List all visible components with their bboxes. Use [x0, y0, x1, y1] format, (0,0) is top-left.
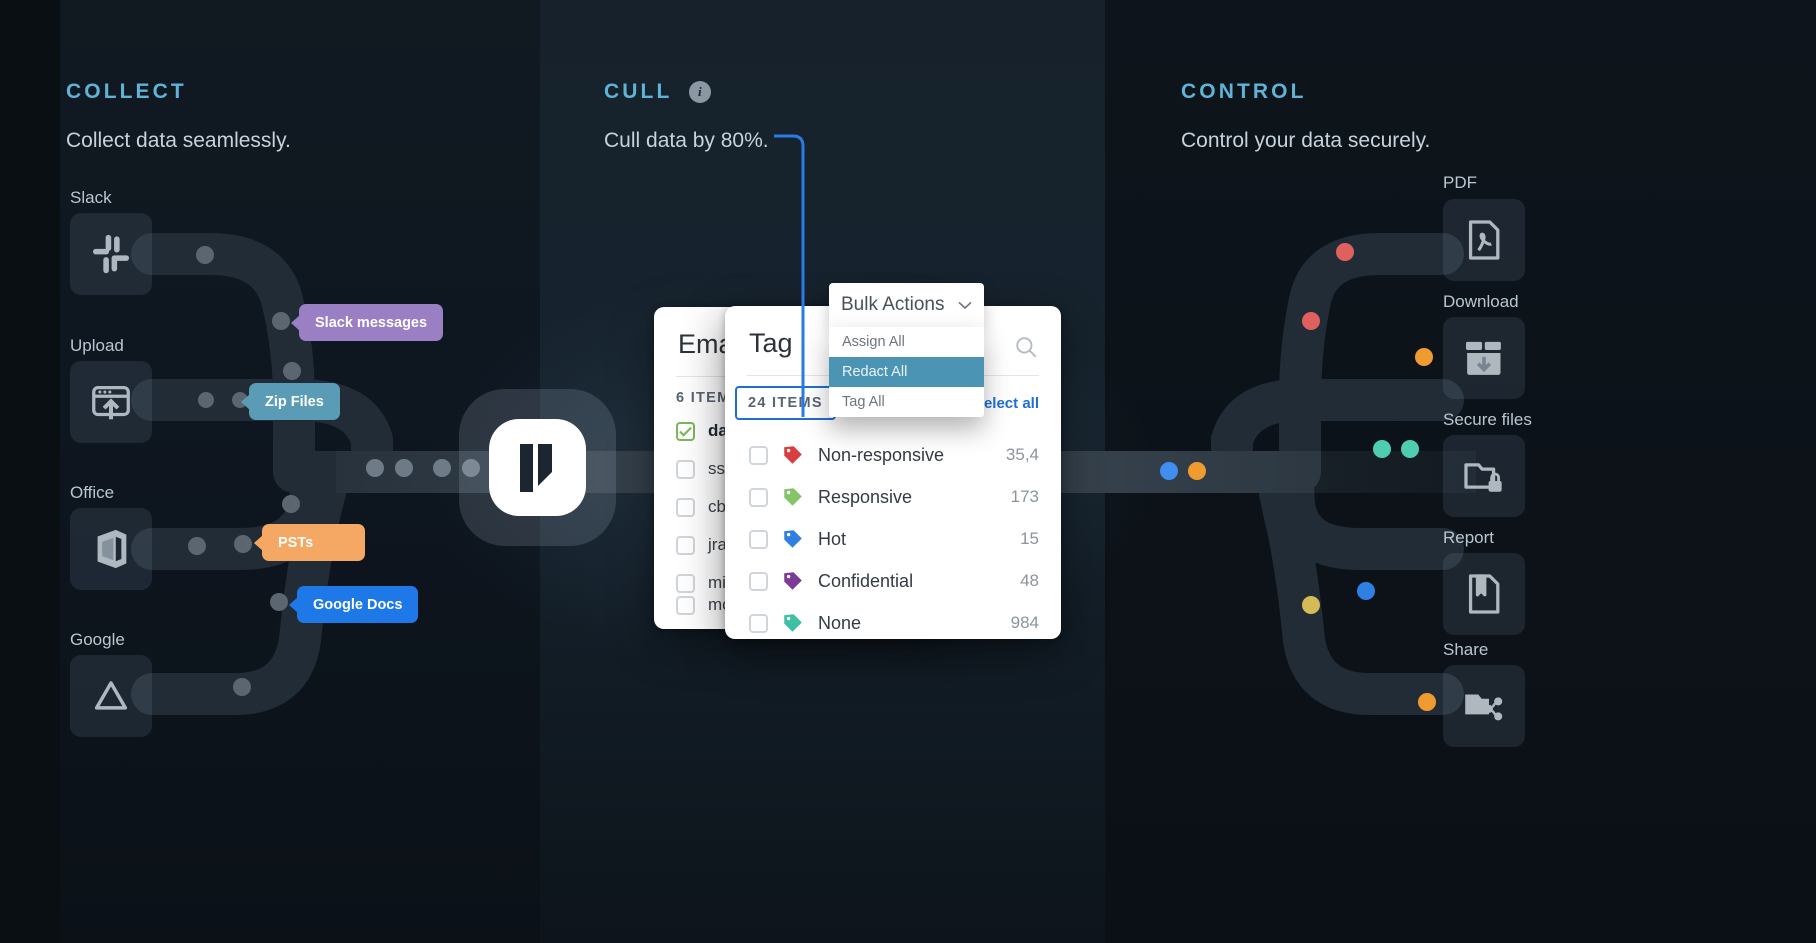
output-label-share: Share	[1443, 640, 1489, 659]
google-drive-icon	[94, 681, 128, 710]
flow-chip-label: Zip Files	[265, 393, 324, 410]
checkbox-icon[interactable]	[676, 459, 695, 479]
tag-count: 15	[1020, 529, 1039, 548]
tag-icon	[784, 446, 802, 464]
pipeline-infographic: COLLECT Collect data seamlessly. Slack U…	[0, 0, 1816, 943]
source-label-office: Office	[70, 483, 115, 502]
tag-list-item[interactable]: Non-responsive 35,4	[725, 434, 1061, 476]
tag-items-count: 24 ITEMS	[735, 386, 836, 420]
control-section-header: CONTROL Control your data securely.	[1181, 80, 1430, 153]
output-tile-pdf[interactable]	[1443, 199, 1525, 281]
flow-chip-label: Google Docs	[313, 596, 403, 613]
flow-chip-label: Slack messages	[315, 314, 428, 331]
bulk-actions-menu: Assign All Redact All Tag All	[829, 327, 984, 417]
output-label-download: Download	[1443, 292, 1519, 311]
checkbox-checked-icon[interactable]	[676, 421, 695, 441]
checkbox-icon[interactable]	[749, 529, 768, 549]
office-icon	[97, 529, 127, 569]
brand-mark-icon	[519, 443, 552, 492]
tag-name: Confidential	[818, 570, 914, 591]
flow-chip-label: PSTs	[278, 534, 314, 551]
folder-lock-icon	[1464, 463, 1502, 492]
collect-title: COLLECT	[66, 80, 187, 103]
cull-title: CULL	[604, 80, 673, 103]
tag-list-item[interactable]: Responsive 173	[725, 476, 1061, 518]
checkmark-icon	[679, 426, 692, 437]
output-tile-secure-files[interactable]	[1443, 435, 1525, 517]
download-box-icon	[1465, 341, 1501, 375]
tag-count: 35,4	[1005, 445, 1039, 464]
output-tile-download[interactable]	[1443, 317, 1525, 399]
flow-chip-psts[interactable]: PSTs	[262, 524, 365, 561]
tag-icon	[784, 488, 802, 506]
bulk-action-tag-all[interactable]: Tag All	[829, 387, 984, 417]
flow-chip-zip-files[interactable]: Zip Files	[249, 383, 340, 420]
source-label-upload: Upload	[70, 336, 124, 355]
tag-count: 984	[1010, 613, 1039, 632]
upload-icon	[92, 385, 130, 420]
tag-list-item[interactable]: Hot 15	[725, 518, 1061, 560]
output-label-report: Report	[1443, 528, 1495, 547]
bulk-action-redact-all[interactable]: Redact All	[829, 357, 984, 387]
tag-list-item[interactable]: None 984	[725, 602, 1061, 639]
left-edge-band	[0, 0, 60, 943]
output-label-secure-files: Secure files	[1443, 410, 1532, 429]
bulk-actions-label: Bulk Actions	[841, 294, 945, 315]
control-title: CONTROL	[1181, 80, 1307, 103]
brand-logo	[489, 419, 586, 516]
source-tile-google[interactable]	[70, 655, 152, 737]
output-label-pdf: PDF	[1443, 173, 1477, 192]
report-bookmark-icon	[1468, 574, 1500, 614]
tag-name: Responsive	[818, 486, 913, 507]
checkbox-icon[interactable]	[749, 487, 768, 507]
source-label-google: Google	[70, 630, 125, 649]
source-tile-upload[interactable]	[70, 361, 152, 443]
source-tile-office[interactable]	[70, 508, 152, 590]
tag-panel-search-button[interactable]	[1013, 334, 1039, 365]
flow-chip-google-docs[interactable]: Google Docs	[297, 586, 419, 623]
tag-name: Non-responsive	[818, 444, 945, 465]
output-tile-report[interactable]	[1443, 553, 1525, 635]
collect-section-header: COLLECT Collect data seamlessly.	[66, 80, 291, 153]
tag-icon	[784, 614, 802, 632]
tag-name: Hot	[818, 528, 847, 549]
checkbox-icon[interactable]	[676, 573, 695, 593]
checkbox-icon[interactable]	[676, 497, 695, 517]
tag-count: 173	[1010, 487, 1039, 506]
source-tile-slack[interactable]	[70, 213, 152, 295]
checkbox-icon[interactable]	[749, 571, 768, 591]
checkbox-icon[interactable]	[749, 445, 768, 465]
tag-icon	[784, 530, 802, 548]
cull-subtitle: Cull data by 80%.	[604, 129, 769, 152]
tag-count: 48	[1020, 571, 1039, 590]
pdf-file-icon	[1468, 220, 1500, 260]
tag-list-item[interactable]: Confidential 48	[725, 560, 1061, 602]
bulk-actions-trigger[interactable]: Bulk Actions	[829, 283, 984, 327]
flow-chip-slack-messages[interactable]: Slack messages	[299, 304, 444, 341]
tag-name: None	[818, 612, 862, 633]
bulk-actions-dropdown: Bulk Actions Assign All Redact All Tag A…	[829, 283, 984, 417]
checkbox-icon[interactable]	[676, 535, 695, 555]
source-label-slack: Slack	[70, 188, 112, 207]
chevron-down-icon	[958, 301, 972, 309]
checkbox-icon[interactable]	[749, 613, 768, 633]
output-tile-share[interactable]	[1443, 665, 1525, 747]
checkbox-icon[interactable]	[676, 595, 695, 615]
tag-icon	[784, 572, 802, 590]
share-folder-icon	[1465, 694, 1503, 721]
cull-section-header: CULL i Cull data by 80%.	[604, 80, 769, 153]
info-icon[interactable]: i	[688, 81, 711, 103]
control-subtitle: Control your data securely.	[1181, 129, 1431, 152]
bulk-action-assign-all[interactable]: Assign All	[829, 327, 984, 357]
collect-subtitle: Collect data seamlessly.	[66, 129, 291, 152]
search-icon	[1016, 337, 1037, 358]
slack-icon	[92, 234, 130, 274]
